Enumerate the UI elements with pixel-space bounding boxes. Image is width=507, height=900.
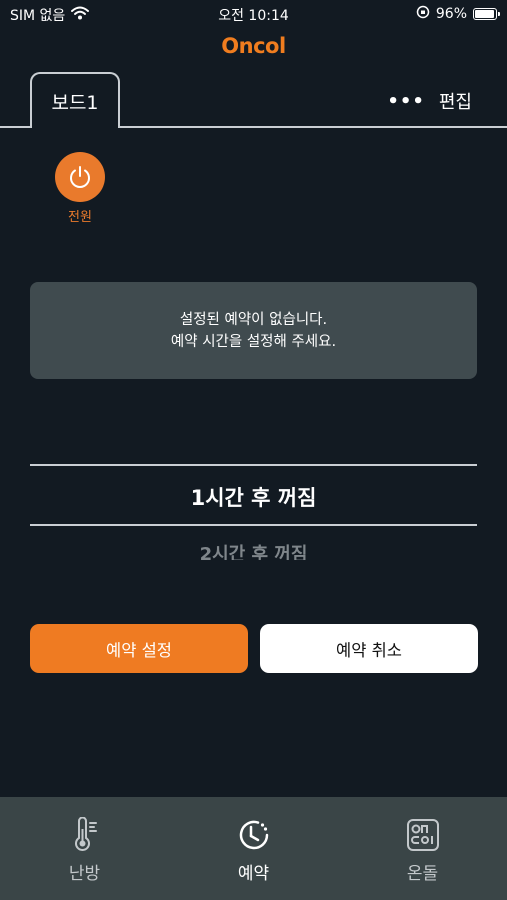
nav-item-reservation[interactable]: 예약 xyxy=(169,797,338,900)
battery-percent: 96% xyxy=(435,6,467,22)
oncol-logo-icon xyxy=(405,817,441,853)
bottom-nav: 난방 예약 온돌 xyxy=(0,797,507,900)
picker-top-line xyxy=(30,464,477,466)
brand-logo: Oncol xyxy=(221,34,286,58)
tab-actions: ••• 편집 xyxy=(387,88,472,114)
nav-label-heating: 난방 xyxy=(68,864,101,884)
picker-bottom-line xyxy=(30,524,477,526)
edit-button[interactable]: 편집 xyxy=(439,88,472,114)
thermometer-icon xyxy=(67,817,103,853)
power-label: 전원 xyxy=(68,210,92,225)
battery-fill xyxy=(475,10,495,18)
status-right: 96% xyxy=(416,5,500,23)
cancel-reservation-button[interactable]: 예약 취소 xyxy=(260,624,478,673)
nav-label-reservation: 예약 xyxy=(237,864,270,884)
status-bar: SIM 없음 오전 10:14 96% xyxy=(0,0,507,28)
power-button[interactable] xyxy=(55,152,105,202)
power-icon xyxy=(70,166,90,188)
tab-board-1[interactable]: 보드1 xyxy=(30,72,120,128)
picker-selected-option[interactable]: 1시간 후 꺼짐 xyxy=(30,482,477,512)
battery-icon xyxy=(473,8,500,20)
no-reservation-notice: 설정된 예약이 없습니다. 예약 시간을 설정해 주세요. xyxy=(30,282,477,379)
picker-next-option[interactable]: 2시간 후 꺼짐 xyxy=(30,540,477,560)
timer-picker[interactable]: 1시간 후 꺼짐 2시간 후 꺼짐 xyxy=(30,464,477,564)
board-tabs: 보드1 ••• 편집 xyxy=(0,72,507,128)
orientation-lock-icon xyxy=(416,5,430,23)
notice-line-1: 설정된 예약이 없습니다. xyxy=(179,311,328,328)
set-reservation-button[interactable]: 예약 설정 xyxy=(30,624,248,673)
nav-item-heating[interactable]: 난방 xyxy=(0,797,169,900)
clock-icon xyxy=(236,817,272,853)
power-control: 전원 xyxy=(55,152,105,225)
more-icon[interactable]: ••• xyxy=(387,91,425,112)
notice-line-2: 예약 시간을 설정해 주세요. xyxy=(170,333,337,350)
nav-item-ondol[interactable]: 온돌 xyxy=(338,797,507,900)
nav-label-ondol: 온돌 xyxy=(406,864,439,884)
